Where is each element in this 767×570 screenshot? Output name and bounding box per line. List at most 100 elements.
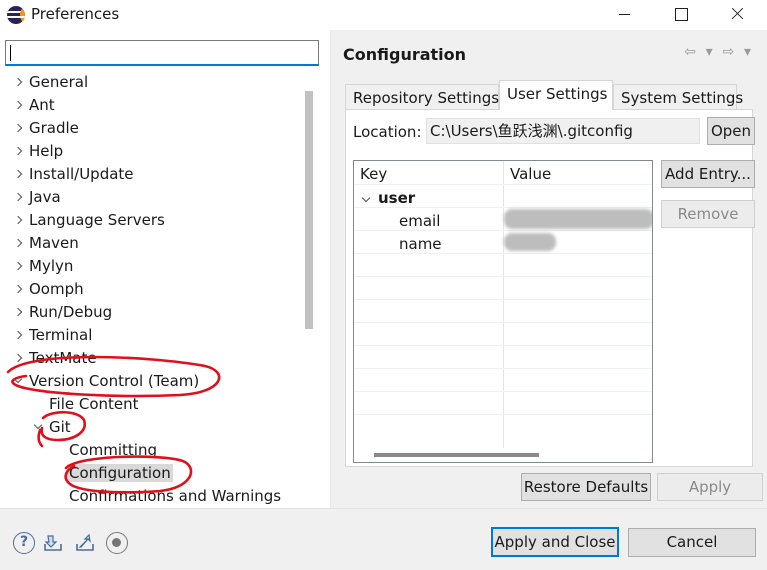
- tree-item-install-update[interactable]: Install/Update: [12, 163, 134, 186]
- apply-and-close-button[interactable]: Apply and Close: [491, 527, 619, 557]
- back-arrow-icon[interactable]: ⇦: [684, 44, 696, 60]
- tree-item-label: Language Servers: [29, 211, 165, 229]
- tree-item-label: Install/Update: [29, 165, 134, 183]
- maximize-button[interactable]: [657, 0, 703, 30]
- tree-item-label: Java: [29, 188, 61, 206]
- filter-input[interactable]: [5, 40, 319, 66]
- tree-item-git[interactable]: Git: [32, 416, 71, 439]
- tree-item-label: Terminal: [29, 326, 93, 344]
- cancel-button[interactable]: Cancel: [628, 528, 756, 557]
- tree-item-confirmations-warnings[interactable]: Confirmations and Warnings: [69, 485, 281, 508]
- row-divider: [354, 299, 652, 300]
- chevron-right-icon[interactable]: [12, 94, 26, 117]
- chevron-down-icon[interactable]: [12, 370, 26, 393]
- view-menu-chevron-icon[interactable]: ▾: [744, 44, 751, 60]
- remove-button[interactable]: Remove: [661, 200, 755, 228]
- location-field: C:\Users\鱼跃浅渊\.gitconfig: [426, 118, 700, 144]
- tree-item-label: Confirmations and Warnings: [69, 487, 282, 505]
- tree-item-label: Run/Debug: [29, 303, 113, 321]
- tree-item-label: Version Control (Team): [29, 372, 200, 390]
- back-menu-chevron-icon[interactable]: ▾: [706, 44, 713, 60]
- tree-item-version-control[interactable]: Version Control (Team): [12, 370, 199, 393]
- chevron-right-icon[interactable]: [12, 209, 26, 232]
- tab-repository-settings[interactable]: Repository Settings: [345, 84, 499, 110]
- redacted-email-value: [504, 209, 652, 229]
- row-divider: [354, 207, 652, 208]
- location-label: Location:: [353, 123, 422, 141]
- tree-item-run-debug[interactable]: Run/Debug: [12, 301, 112, 324]
- chevron-right-icon[interactable]: [12, 347, 26, 370]
- chevron-right-icon[interactable]: [12, 255, 26, 278]
- preferences-tree: General Ant Gradle Help Install/Update J…: [0, 71, 300, 509]
- config-table: Key Value user email name: [353, 160, 653, 463]
- column-header-key[interactable]: Key: [360, 165, 387, 183]
- row-divider: [354, 253, 652, 254]
- row-divider: [354, 230, 652, 231]
- column-divider: [503, 161, 504, 448]
- scrollbar-thumb[interactable]: [374, 453, 539, 457]
- chevron-right-icon[interactable]: [12, 186, 26, 209]
- tree-item-committing[interactable]: Committing: [69, 439, 157, 462]
- tree-item-textmate[interactable]: TextMate: [12, 347, 97, 370]
- tree-item-mylyn[interactable]: Mylyn: [12, 255, 73, 278]
- row-divider: [354, 391, 652, 392]
- close-button[interactable]: [713, 0, 759, 30]
- title-bar: Preferences: [0, 0, 767, 30]
- tree-item-file-content[interactable]: File Content: [49, 393, 139, 416]
- row-divider: [354, 184, 652, 185]
- tree-item-java[interactable]: Java: [12, 186, 61, 209]
- eclipse-app-icon: [7, 6, 25, 24]
- chevron-right-icon[interactable]: [12, 301, 26, 324]
- tree-scrollbar[interactable]: [305, 91, 313, 329]
- tree-item-oomph[interactable]: Oomph: [12, 278, 84, 301]
- export-icon[interactable]: [74, 532, 96, 554]
- tree-item-label: Oomph: [29, 280, 84, 298]
- table-row-name-key[interactable]: name: [399, 235, 442, 253]
- row-divider: [354, 276, 652, 277]
- chevron-right-icon[interactable]: [12, 140, 26, 163]
- chevron-down-icon[interactable]: [32, 416, 46, 439]
- tree-item-label: Gradle: [29, 119, 79, 137]
- tree-item-maven[interactable]: Maven: [12, 232, 79, 255]
- table-row-email-key[interactable]: email: [399, 212, 440, 230]
- tree-item-label: General: [29, 73, 89, 91]
- apply-button[interactable]: Apply: [657, 473, 763, 501]
- footer-bar: ? Apply and Close Cancel: [0, 509, 767, 570]
- tree-item-label: Maven: [29, 234, 79, 252]
- forward-arrow-icon[interactable]: ⇨: [722, 44, 734, 60]
- chevron-right-icon[interactable]: [12, 71, 26, 94]
- open-button[interactable]: Open: [707, 117, 755, 145]
- import-icon[interactable]: [42, 532, 64, 554]
- horizontal-scrollbar[interactable]: [354, 448, 652, 462]
- page-nav: ⇦ ▾ ⇨ ▾: [679, 42, 751, 62]
- tree-item-gradle[interactable]: Gradle: [12, 117, 79, 140]
- tree-item-label: Git: [49, 418, 71, 436]
- tree-item-label: File Content: [49, 395, 139, 413]
- tree-item-label: Mylyn: [29, 257, 74, 275]
- minimize-button[interactable]: [601, 0, 647, 30]
- chevron-down-icon[interactable]: [360, 189, 374, 207]
- chevron-right-icon[interactable]: [12, 324, 26, 347]
- record-icon[interactable]: [106, 532, 128, 554]
- tree-item-language-servers[interactable]: Language Servers: [12, 209, 165, 232]
- page-title: Configuration: [343, 45, 467, 64]
- tree-item-terminal[interactable]: Terminal: [12, 324, 92, 347]
- tab-user-settings[interactable]: User Settings: [499, 80, 613, 110]
- help-icon[interactable]: ?: [13, 532, 35, 554]
- row-divider: [354, 414, 652, 415]
- text-caret: [10, 45, 11, 61]
- window-title: Preferences: [31, 5, 120, 23]
- add-entry-button[interactable]: Add Entry...: [661, 160, 755, 188]
- chevron-right-icon[interactable]: [12, 163, 26, 186]
- chevron-right-icon[interactable]: [12, 278, 26, 301]
- chevron-right-icon[interactable]: [12, 117, 26, 140]
- tree-item-general[interactable]: General: [12, 71, 88, 94]
- chevron-right-icon[interactable]: [12, 232, 26, 255]
- tree-item-help[interactable]: Help: [12, 140, 63, 163]
- section-user[interactable]: user: [378, 189, 415, 207]
- tree-item-ant[interactable]: Ant: [12, 94, 55, 117]
- column-header-value[interactable]: Value: [510, 165, 551, 183]
- restore-defaults-button[interactable]: Restore Defaults: [521, 473, 651, 501]
- tree-item-configuration[interactable]: Configuration: [67, 462, 173, 485]
- tab-system-settings[interactable]: System Settings: [613, 84, 743, 110]
